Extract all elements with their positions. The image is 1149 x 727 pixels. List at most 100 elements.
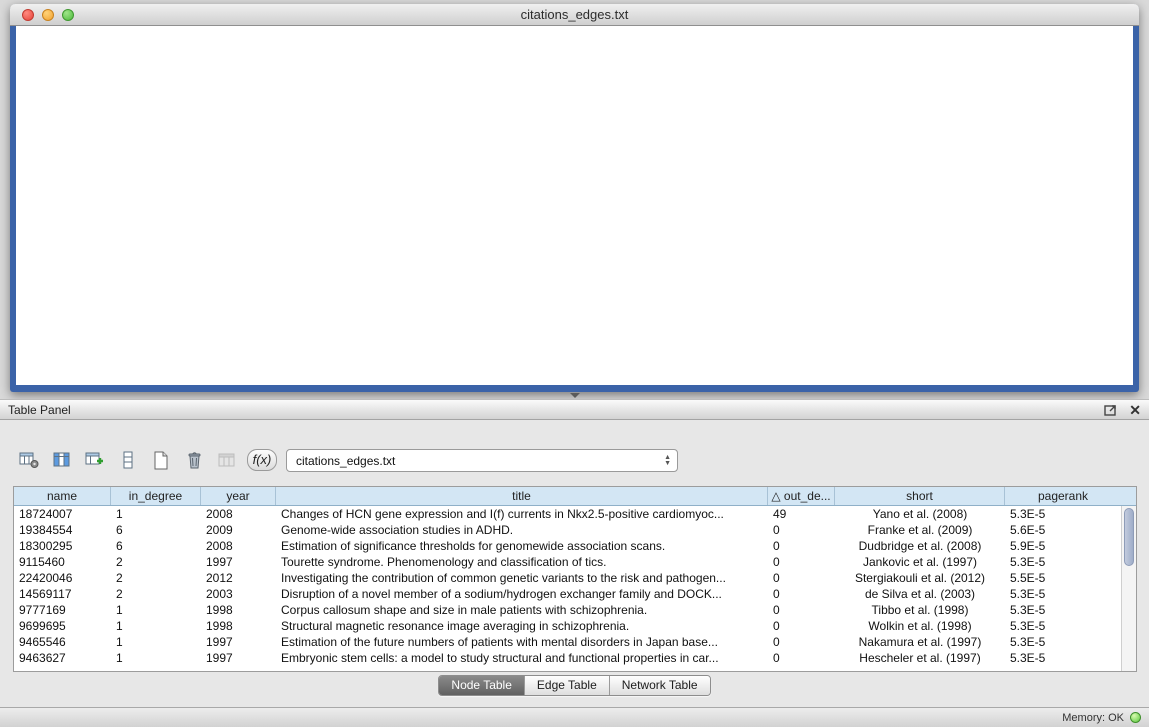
function-builder-icon[interactable]: f(x) xyxy=(247,449,277,471)
table-cell[interactable]: 0 xyxy=(768,650,835,666)
table-cell[interactable]: 6 xyxy=(111,538,201,554)
table-row[interactable]: 1830029562008Estimation of significance … xyxy=(14,538,1121,554)
trash-icon[interactable] xyxy=(181,448,207,472)
close-window-button[interactable] xyxy=(22,9,34,21)
column-header-in-degree[interactable]: in_degree xyxy=(111,487,201,505)
row-options-icon[interactable] xyxy=(115,448,141,472)
table-cell[interactable]: 1998 xyxy=(201,602,276,618)
table-cell[interactable]: 1998 xyxy=(201,618,276,634)
table-row[interactable]: 946362711997Embryonic stem cells: a mode… xyxy=(14,650,1121,666)
table-cell[interactable]: Yano et al. (2008) xyxy=(835,506,1005,522)
table-row[interactable]: 1872400712008Changes of HCN gene express… xyxy=(14,506,1121,522)
new-file-icon[interactable] xyxy=(148,448,174,472)
table-cell[interactable]: 9777169 xyxy=(14,602,111,618)
table-cell[interactable]: Disruption of a novel member of a sodium… xyxy=(276,586,768,602)
table-cell[interactable]: Tibbo et al. (1998) xyxy=(835,602,1005,618)
table-cell[interactable]: 49 xyxy=(768,506,835,522)
table-cell[interactable]: 0 xyxy=(768,602,835,618)
table-row[interactable]: 911546021997Tourette syndrome. Phenomeno… xyxy=(14,554,1121,570)
float-panel-icon[interactable] xyxy=(1104,404,1117,416)
close-panel-icon[interactable]: ✕ xyxy=(1129,403,1141,417)
table-cell[interactable]: 9465546 xyxy=(14,634,111,650)
table-cell[interactable]: 1 xyxy=(111,650,201,666)
table-cell[interactable]: 0 xyxy=(768,538,835,554)
network-graph[interactable] xyxy=(16,26,1133,385)
table-cell[interactable]: 18300295 xyxy=(14,538,111,554)
zoom-window-button[interactable] xyxy=(62,9,74,21)
column-header-year[interactable]: year xyxy=(201,487,276,505)
network-window[interactable]: citations_edges.txt xyxy=(10,4,1139,392)
table-row[interactable]: 977716911998Corpus callosum shape and si… xyxy=(14,602,1121,618)
table-cell[interactable]: 1997 xyxy=(201,554,276,570)
table-cell[interactable]: 9463627 xyxy=(14,650,111,666)
column-header-title[interactable]: title xyxy=(276,487,768,505)
table-cell[interactable]: 5.5E-5 xyxy=(1005,570,1121,586)
table-cell[interactable]: 18724007 xyxy=(14,506,111,522)
table-row[interactable]: 1938455462009Genome-wide association stu… xyxy=(14,522,1121,538)
tab-network-table[interactable]: Network Table xyxy=(609,676,710,695)
table-selector-combobox[interactable]: citations_edges.txt ▲▼ xyxy=(286,449,678,472)
table-cell[interactable]: Estimation of the future numbers of pati… xyxy=(276,634,768,650)
table-cell[interactable]: 5.3E-5 xyxy=(1005,602,1121,618)
table-cell[interactable]: 0 xyxy=(768,570,835,586)
column-header-out-degree[interactable]: △ out_de... xyxy=(768,487,835,505)
table-row[interactable]: 969969511998Structural magnetic resonanc… xyxy=(14,618,1121,634)
column-header-pagerank[interactable]: pagerank xyxy=(1005,487,1121,505)
table-cell[interactable]: 1997 xyxy=(201,634,276,650)
table-cell[interactable]: 1 xyxy=(111,618,201,634)
table-cell[interactable]: Dudbridge et al. (2008) xyxy=(835,538,1005,554)
table-cell[interactable]: 9699695 xyxy=(14,618,111,634)
table-cell[interactable]: 5.3E-5 xyxy=(1005,506,1121,522)
panel-splitter[interactable] xyxy=(0,392,1149,399)
table-row[interactable]: 1456911722003Disruption of a novel membe… xyxy=(14,586,1121,602)
table-row[interactable]: 2242004622012Investigating the contribut… xyxy=(14,570,1121,586)
tab-node-table[interactable]: Node Table xyxy=(439,676,524,695)
table-cell[interactable]: Stergiakouli et al. (2012) xyxy=(835,570,1005,586)
table-cell[interactable]: 22420046 xyxy=(14,570,111,586)
table-cell[interactable]: Embryonic stem cells: a model to study s… xyxy=(276,650,768,666)
table-cell[interactable]: 5.3E-5 xyxy=(1005,650,1121,666)
table-cell[interactable]: 2008 xyxy=(201,538,276,554)
table-cell[interactable]: 5.3E-5 xyxy=(1005,554,1121,570)
memory-ok-indicator-icon[interactable] xyxy=(1130,712,1141,723)
table-cell[interactable]: 0 xyxy=(768,522,835,538)
network-canvas[interactable] xyxy=(16,26,1133,385)
column-header-short[interactable]: short xyxy=(835,487,1005,505)
table-cell[interactable]: de Silva et al. (2003) xyxy=(835,586,1005,602)
scrollbar-thumb[interactable] xyxy=(1124,508,1134,566)
table-cell[interactable]: 2012 xyxy=(201,570,276,586)
table-cell[interactable]: 5.3E-5 xyxy=(1005,618,1121,634)
table-cell[interactable]: 2 xyxy=(111,586,201,602)
table-cell[interactable]: 5.9E-5 xyxy=(1005,538,1121,554)
table-cell[interactable]: Nakamura et al. (1997) xyxy=(835,634,1005,650)
splitter-grip-icon[interactable] xyxy=(570,393,580,398)
table-cell[interactable]: Tourette syndrome. Phenomenology and cla… xyxy=(276,554,768,570)
network-window-titlebar[interactable]: citations_edges.txt xyxy=(10,4,1139,26)
table-cell[interactable]: Wolkin et al. (1998) xyxy=(835,618,1005,634)
import-table-icon[interactable] xyxy=(82,448,108,472)
table-cell[interactable]: 19384554 xyxy=(14,522,111,538)
table-cell[interactable]: 0 xyxy=(768,554,835,570)
table-cell[interactable]: 0 xyxy=(768,586,835,602)
table-cell[interactable]: 2 xyxy=(111,570,201,586)
table-cell[interactable]: Franke et al. (2009) xyxy=(835,522,1005,538)
minimize-window-button[interactable] xyxy=(42,9,54,21)
table-cell[interactable]: 1 xyxy=(111,506,201,522)
table-cell[interactable]: 1997 xyxy=(201,650,276,666)
table-cell[interactable]: Jankovic et al. (1997) xyxy=(835,554,1005,570)
table-cell[interactable]: Genome-wide association studies in ADHD. xyxy=(276,522,768,538)
column-header-name[interactable]: name xyxy=(14,487,111,505)
tab-edge-table[interactable]: Edge Table xyxy=(524,676,609,695)
table-cell[interactable]: Changes of HCN gene expression and I(f) … xyxy=(276,506,768,522)
table-cell[interactable]: 5.3E-5 xyxy=(1005,634,1121,650)
table-cell[interactable]: 5.3E-5 xyxy=(1005,586,1121,602)
table-cell[interactable]: Structural magnetic resonance image aver… xyxy=(276,618,768,634)
table-cell[interactable]: Corpus callosum shape and size in male p… xyxy=(276,602,768,618)
table-options-icon[interactable] xyxy=(16,448,42,472)
table-cell[interactable]: 1 xyxy=(111,602,201,618)
table-cell[interactable]: 2009 xyxy=(201,522,276,538)
table-row[interactable]: 946554611997Estimation of the future num… xyxy=(14,634,1121,650)
column-visibility-icon[interactable] xyxy=(49,448,75,472)
table-cell[interactable]: 6 xyxy=(111,522,201,538)
table-cell[interactable]: Investigating the contribution of common… xyxy=(276,570,768,586)
